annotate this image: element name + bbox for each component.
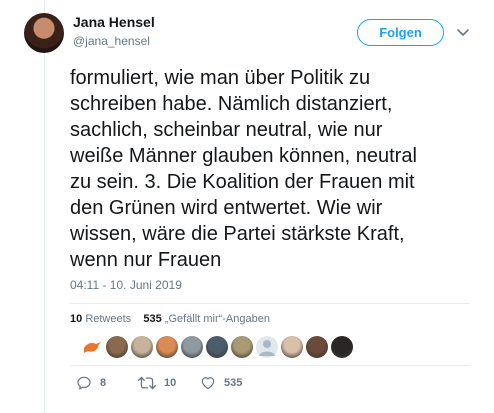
reply-icon (77, 376, 91, 390)
avatar-photo-icon[interactable] (331, 336, 353, 358)
retweets-count: 10 (70, 313, 83, 325)
avatar-photo-icon[interactable] (206, 336, 228, 358)
follow-button[interactable]: Folgen (357, 19, 444, 46)
heart-icon (201, 377, 215, 390)
author-avatar[interactable] (24, 13, 64, 53)
tweet-line: weiße Männer glauben können, neutral (70, 145, 417, 167)
retweet-action[interactable]: 10 (138, 375, 176, 391)
avatar-photo-icon[interactable] (106, 336, 128, 358)
likes-count: 535 (143, 313, 162, 325)
tweet-text: formuliert, wie man über Politik zu schr… (70, 65, 470, 273)
retweet-count: 10 (164, 377, 177, 389)
retweet-icon (138, 376, 156, 390)
author-name[interactable]: Jana Hensel (73, 14, 155, 30)
reply-action[interactable]: 8 (76, 375, 106, 391)
tweet-timestamp[interactable]: 04:11 - 10. Juni 2019 (70, 278, 182, 292)
tweet-line: schreiben habe. Nämlich distanziert, (70, 93, 393, 115)
likes-label: „Gefällt mir“-Angaben (164, 313, 270, 325)
like-count: 535 (224, 377, 243, 389)
tweet-line: zu sein. 3. Die Koalition der Frauen mit (70, 171, 415, 193)
tweet-line: wenn nur Frauen (70, 249, 222, 271)
avatar-photo-icon[interactable] (231, 336, 253, 358)
reply-count: 8 (100, 377, 107, 389)
avatar-default-icon[interactable] (256, 336, 278, 358)
tweet-line: wissen, wäre die Partei stärkste Kraft, (70, 223, 405, 245)
likes-stat[interactable]: 535 „Gefällt mir“-Angaben (143, 313, 270, 325)
avatar-photo-icon[interactable] (306, 336, 328, 358)
avatar-photo-icon[interactable] (181, 336, 203, 358)
divider (70, 303, 470, 304)
retweets-label: Retweets (85, 313, 132, 325)
tweet-line: den Grünen wird entwertet. Wie wir (70, 197, 383, 219)
tweet-stats: 10 Retweets 535 „Gefällt mir“-Angaben (70, 313, 270, 325)
avatar-photo-icon[interactable] (281, 336, 303, 358)
retweets-stat[interactable]: 10 Retweets (70, 313, 131, 325)
liker-avatars (81, 336, 356, 358)
divider (70, 365, 470, 366)
avatar-photo-icon[interactable] (156, 336, 178, 358)
tweet-line: formuliert, wie man über Politik zu (70, 67, 371, 89)
avatar-photo-icon[interactable] (131, 336, 153, 358)
avatar-orange-bird-icon[interactable] (81, 336, 103, 358)
chevron-down-icon[interactable] (455, 24, 471, 40)
like-action[interactable]: 535 (200, 375, 242, 391)
tweet-line: sachlich, scheinbar neutral, wie nur (70, 119, 383, 141)
author-handle[interactable]: @jana_hensel (73, 34, 150, 48)
